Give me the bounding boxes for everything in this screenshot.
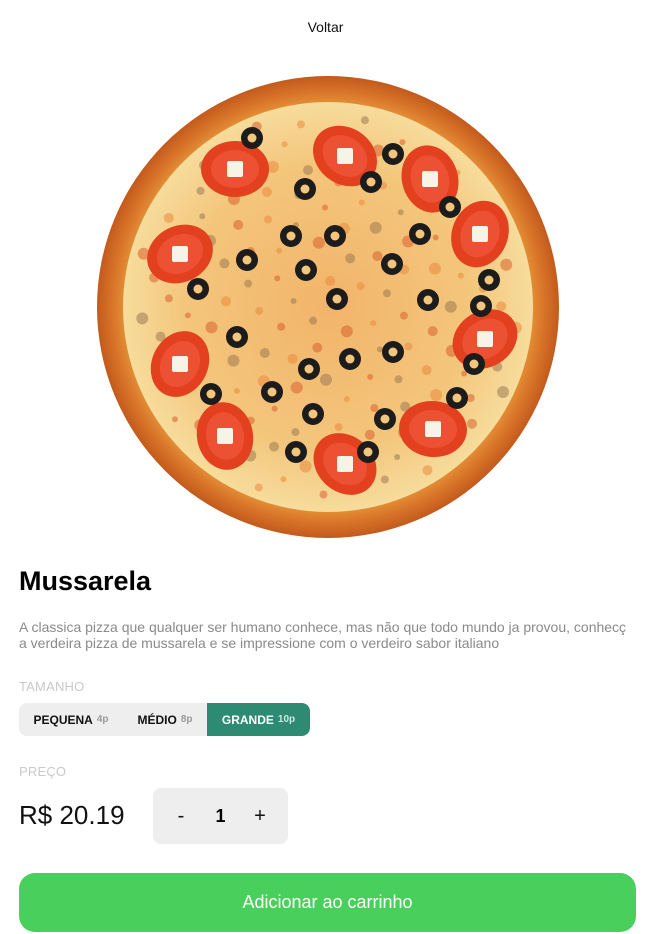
- product-title: Mussarela: [19, 566, 152, 596]
- size-option-name: GRANDE: [221, 712, 274, 727]
- quantity-value: 1: [215, 805, 226, 826]
- price-value: R$ 20.19: [19, 800, 125, 830]
- back-link[interactable]: Voltar: [0, 19, 651, 35]
- size-option-pequena[interactable]: PEQUENA 4p: [19, 703, 123, 736]
- size-option-slices: 10p: [277, 714, 296, 725]
- size-selector: PEQUENA 4p MÉDIO 8p GRANDE 10p: [19, 703, 310, 736]
- size-section-label: TAMANHO: [19, 679, 85, 694]
- price-section-label: PREÇO: [19, 764, 67, 779]
- product-description: A classica pizza que qualquer ser humano…: [19, 619, 627, 651]
- size-option-name: MÉDIO: [137, 712, 177, 727]
- quantity-stepper: - 1 +: [153, 788, 288, 844]
- size-option-name: PEQUENA: [33, 712, 93, 727]
- size-option-grande[interactable]: GRANDE 10p: [207, 703, 310, 736]
- pizza-image: [95, 74, 561, 540]
- size-option-medio[interactable]: MÉDIO 8p: [123, 703, 207, 736]
- increase-quantity-button[interactable]: +: [252, 805, 268, 828]
- add-to-cart-button[interactable]: Adicionar ao carrinho: [19, 873, 636, 932]
- size-option-slices: 8p: [180, 714, 193, 725]
- decrease-quantity-button[interactable]: -: [173, 805, 189, 828]
- size-option-slices: 4p: [96, 714, 109, 725]
- product-page: Voltar Mussarela A classica pizza que qu…: [0, 0, 651, 934]
